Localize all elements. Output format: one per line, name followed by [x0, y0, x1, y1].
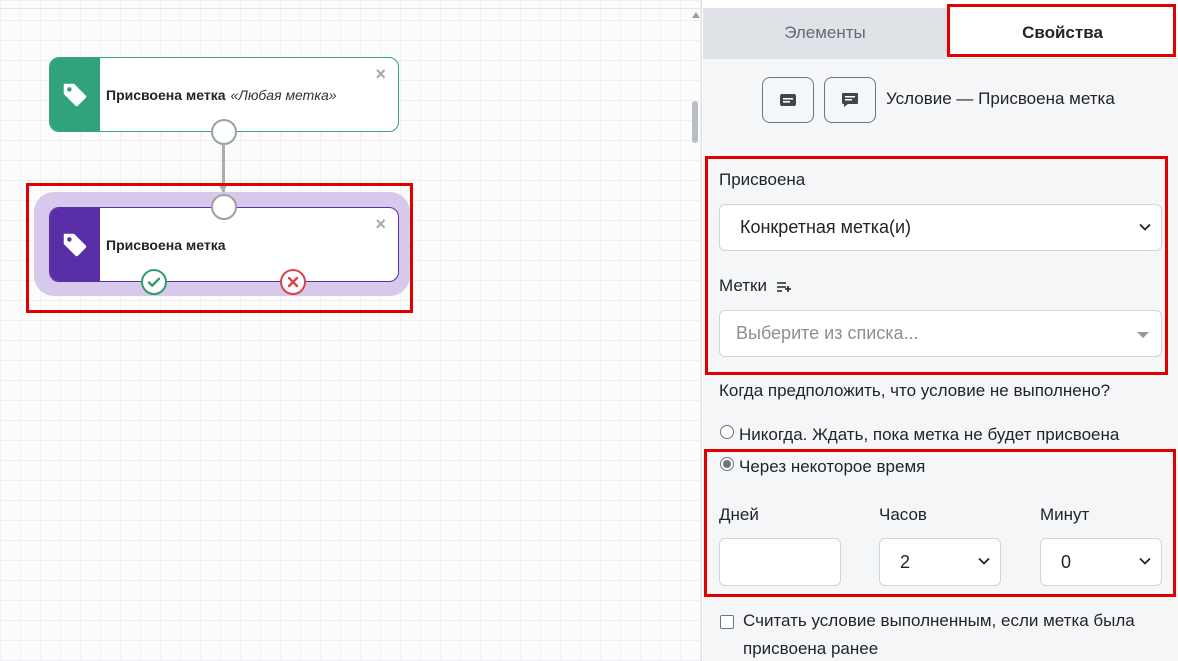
highlight-delay-settings: [704, 449, 1176, 597]
prior-assignment-checkbox[interactable]: [720, 615, 734, 629]
radio-never-label[interactable]: Никогда. Ждать, пока метка не будет прис…: [739, 425, 1119, 445]
properties-panel: Элементы Свойства Условие — Присвоена ме…: [703, 0, 1178, 661]
scroll-up-arrow-icon[interactable]: [692, 12, 700, 18]
canvas-top-divider: [0, 8, 701, 9]
highlight-tag-settings: [705, 156, 1168, 375]
fail-condition-question: Когда предположить, что условие не выпол…: [719, 381, 1111, 400]
workflow-canvas[interactable]: Присвоена метка «Любая метка» × Присвоен…: [0, 0, 702, 661]
highlight-selected-node: [26, 183, 413, 313]
comment-icon: [842, 93, 858, 107]
card-view-button[interactable]: [762, 77, 814, 123]
card-icon: [780, 94, 796, 106]
tabs-divider: [703, 58, 1178, 59]
prior-assignment-label-1[interactable]: Считать условие выполненным, если метка …: [743, 611, 1135, 631]
tab-elements[interactable]: Элементы: [703, 8, 947, 58]
tag-icon: [50, 58, 100, 131]
output-port[interactable]: [211, 119, 237, 145]
prior-assignment-label-2[interactable]: присвоена ранее: [743, 639, 878, 659]
close-icon[interactable]: ×: [375, 65, 386, 83]
canvas-scrollbar[interactable]: [692, 101, 698, 143]
node-title: Присвоена метка: [106, 86, 226, 103]
node-subtitle: «Любая метка»: [230, 86, 337, 103]
comment-button[interactable]: [824, 77, 876, 123]
highlight-properties-tab: [947, 4, 1176, 57]
radio-never[interactable]: [720, 425, 734, 439]
condition-title: Условие — Присвоена метка: [886, 89, 1115, 108]
